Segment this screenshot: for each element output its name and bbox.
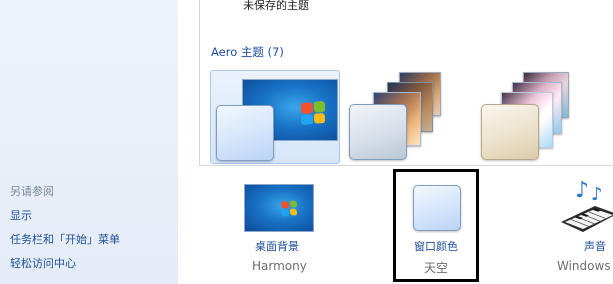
theme-list[interactable]: 未保存的主题 Aero 主题 (7) [199,0,613,166]
window-color-highlight-box [393,169,479,282]
theme-flowers[interactable] [479,70,609,164]
theme-color-swatch [481,104,539,160]
desktop-background-label: 桌面背景 [255,240,299,253]
left-task-pane: 另请参阅 显示 任务栏和「开始」菜单 轻松访问中心 [0,0,178,284]
desktop-background-thumbnail [244,184,314,232]
see-also-heading: 另请参阅 [10,185,54,198]
theme-color-swatch [216,105,274,161]
sounds-button[interactable]: ♪ ♪ 声音 Windows [555,178,613,282]
theme-color-swatch [349,104,407,160]
sounds-label: 声音 [584,240,606,253]
theme-windows7[interactable] [210,70,340,164]
desktop-background-value: Harmony [252,259,307,273]
ease-of-access-link[interactable]: 轻松访问中心 [10,255,76,271]
windows-logo-icon [281,200,297,217]
desktop-background-button[interactable]: 桌面背景 Harmony [240,182,320,282]
unsaved-theme-label: 未保存的主题 [243,0,309,12]
theme-architecture[interactable] [347,70,477,164]
windows-logo-icon [301,100,325,126]
taskbar-start-menu-link[interactable]: 任务栏和「开始」菜单 [10,231,120,247]
music-note-icon: ♪ [575,178,590,203]
sounds-value: Windows [557,259,611,273]
piano-keyboard-icon [561,206,613,232]
aero-themes-header: Aero 主题 (7) [211,45,284,59]
display-link[interactable]: 显示 [10,207,32,223]
